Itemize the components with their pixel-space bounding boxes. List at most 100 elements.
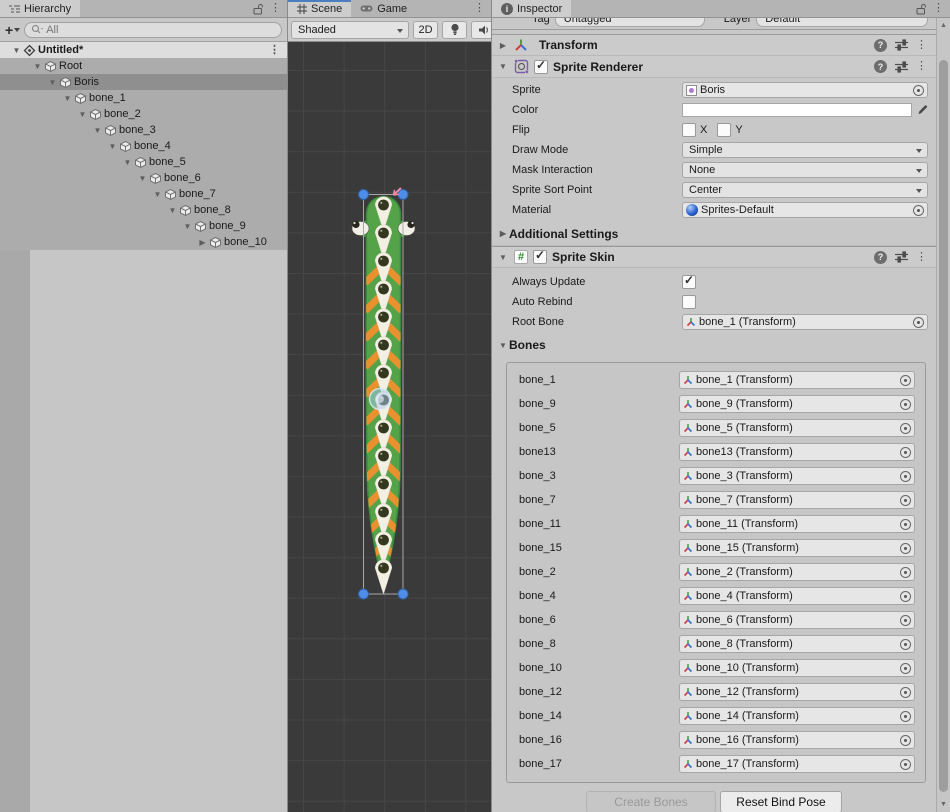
bone-object-field[interactable]: bone_9 (Transform) <box>679 395 915 413</box>
2d-toggle-button[interactable]: 2D <box>413 21 438 39</box>
hierarchy-item[interactable]: ▼ bone_7 <box>0 186 287 202</box>
help-icon[interactable]: ? <box>874 60 887 73</box>
object-picker-icon[interactable] <box>900 663 911 674</box>
foldout-open-icon[interactable]: ▼ <box>10 46 23 55</box>
object-picker-icon[interactable] <box>913 317 924 328</box>
sprite-renderer-enabled-checkbox[interactable]: ✓ <box>534 60 548 74</box>
foldout-arrow[interactable]: ▼ <box>166 206 179 215</box>
material-object-field[interactable]: Sprites-Default <box>682 202 928 218</box>
bone-object-field[interactable]: bone_17 (Transform) <box>679 755 915 773</box>
bone-object-field[interactable]: bone_12 (Transform) <box>679 683 915 701</box>
bone-object-field[interactable]: bone_4 (Transform) <box>679 587 915 605</box>
foldout-arrow[interactable]: ▼ <box>31 62 44 71</box>
object-picker-icon[interactable] <box>900 567 911 578</box>
scene-lighting-button[interactable] <box>442 21 467 39</box>
object-picker-icon[interactable] <box>900 639 911 650</box>
transform-component-header[interactable]: ▶ Transform ? ⋮ <box>492 34 936 56</box>
kebab-menu-icon[interactable]: ⋮ <box>916 40 927 51</box>
sprite-skin-enabled-checkbox[interactable]: ✓ <box>533 250 547 264</box>
inspector-scrollbar[interactable]: ▲ ▼ <box>936 18 950 812</box>
bone-object-field[interactable]: bone_1 (Transform) <box>679 371 915 389</box>
presets-icon[interactable] <box>895 251 908 263</box>
sprite-skin-component-header[interactable]: ▼ # ✓ Sprite Skin ? ⋮ <box>492 246 936 268</box>
object-picker-icon[interactable] <box>900 687 911 698</box>
bone-object-field[interactable]: bone_5 (Transform) <box>679 419 915 437</box>
foldout-open-icon[interactable]: ▼ <box>497 62 509 71</box>
bone-object-field[interactable]: bone13 (Transform) <box>679 443 915 461</box>
bone-object-field[interactable]: bone_10 (Transform) <box>679 659 915 677</box>
hierarchy-item[interactable]: ▶ bone_10 <box>0 234 287 250</box>
foldout-arrow[interactable]: ▼ <box>151 190 164 199</box>
help-icon[interactable]: ? <box>874 251 887 264</box>
hierarchy-item[interactable]: ▼ bone_3 <box>0 122 287 138</box>
lock-icon[interactable] <box>253 3 263 15</box>
scrollbar-thumb[interactable] <box>939 60 948 792</box>
foldout-arrow[interactable]: ▼ <box>121 158 134 167</box>
shading-mode-dropdown[interactable]: Shaded <box>291 21 409 39</box>
tab-game[interactable]: Game <box>351 0 416 17</box>
tab-inspector[interactable]: i Inspector <box>492 0 571 17</box>
object-picker-icon[interactable] <box>900 495 911 506</box>
presets-icon[interactable] <box>895 61 908 73</box>
scene-viewport[interactable] <box>288 42 491 812</box>
foldout-arrow[interactable]: ▼ <box>46 78 59 87</box>
add-object-button[interactable]: + <box>5 22 20 38</box>
help-icon[interactable]: ? <box>874 39 887 52</box>
kebab-menu-icon[interactable]: ⋮ <box>933 3 944 14</box>
scene-audio-button[interactable] <box>471 21 491 39</box>
color-swatch[interactable] <box>682 103 912 117</box>
hierarchy-item[interactable]: ▼ bone_4 <box>0 138 287 154</box>
additional-settings-foldout[interactable]: ▶ Additional Settings <box>492 222 936 246</box>
scene-sprite[interactable] <box>288 42 492 812</box>
object-picker-icon[interactable] <box>900 399 911 410</box>
foldout-arrow[interactable]: ▼ <box>181 222 194 231</box>
object-picker-icon[interactable] <box>913 205 924 216</box>
object-picker-icon[interactable] <box>900 423 911 434</box>
object-picker-icon[interactable] <box>900 711 911 722</box>
bones-foldout[interactable]: ▼ Bones <box>492 334 936 356</box>
object-picker-icon[interactable] <box>900 471 911 482</box>
hierarchy-item[interactable]: ▼ Boris <box>0 74 287 90</box>
hierarchy-item[interactable]: ▼ bone_8 <box>0 202 287 218</box>
sprite-sort-point-dropdown[interactable]: Center <box>682 182 928 198</box>
kebab-menu-icon[interactable]: ⋮ <box>270 3 281 14</box>
eyedropper-icon[interactable] <box>916 104 928 116</box>
kebab-menu-icon[interactable]: ⋮ <box>916 252 927 263</box>
auto-rebind-checkbox[interactable]: ✓ <box>682 295 696 309</box>
object-picker-icon[interactable] <box>900 591 911 602</box>
foldout-open-icon[interactable]: ▼ <box>497 253 509 262</box>
presets-icon[interactable] <box>895 39 908 51</box>
foldout-closed-icon[interactable]: ▶ <box>497 41 509 50</box>
bone-object-field[interactable]: bone_16 (Transform) <box>679 731 915 749</box>
flip-y-checkbox[interactable]: ✓ <box>717 123 731 137</box>
hierarchy-item[interactable]: ▼ bone_5 <box>0 154 287 170</box>
bone-object-field[interactable]: bone_2 (Transform) <box>679 563 915 581</box>
create-bones-button[interactable]: Create Bones <box>586 791 716 812</box>
object-picker-icon[interactable] <box>900 615 911 626</box>
layer-dropdown[interactable]: Default <box>756 18 928 27</box>
always-update-checkbox[interactable]: ✓ <box>682 275 696 289</box>
object-picker-icon[interactable] <box>900 447 911 458</box>
bone-object-field[interactable]: bone_15 (Transform) <box>679 539 915 557</box>
scene-row[interactable]: ▼ Untitled* ⋮ <box>0 42 287 58</box>
bone-object-field[interactable]: bone_8 (Transform) <box>679 635 915 653</box>
reset-bind-pose-button[interactable]: Reset Bind Pose <box>720 791 842 812</box>
kebab-menu-icon[interactable]: ⋮ <box>916 61 927 72</box>
object-picker-icon[interactable] <box>900 375 911 386</box>
foldout-arrow[interactable]: ▼ <box>136 174 149 183</box>
foldout-arrow[interactable]: ▼ <box>61 94 74 103</box>
bone-object-field[interactable]: bone_7 (Transform) <box>679 491 915 509</box>
foldout-arrow[interactable]: ▼ <box>91 126 104 135</box>
bone-object-field[interactable]: bone_14 (Transform) <box>679 707 915 725</box>
hierarchy-item[interactable]: ▼ bone_9 <box>0 218 287 234</box>
bone-object-field[interactable]: bone_11 (Transform) <box>679 515 915 533</box>
sprite-object-field[interactable]: Boris <box>682 82 928 98</box>
object-picker-icon[interactable] <box>900 519 911 530</box>
draw-mode-dropdown[interactable]: Simple <box>682 142 928 158</box>
foldout-arrow[interactable]: ▼ <box>76 110 89 119</box>
object-picker-icon[interactable] <box>913 85 924 96</box>
kebab-menu-icon[interactable]: ⋮ <box>474 3 485 14</box>
object-picker-icon[interactable] <box>900 735 911 746</box>
object-picker-icon[interactable] <box>900 543 911 554</box>
foldout-arrow[interactable]: ▼ <box>106 142 119 151</box>
